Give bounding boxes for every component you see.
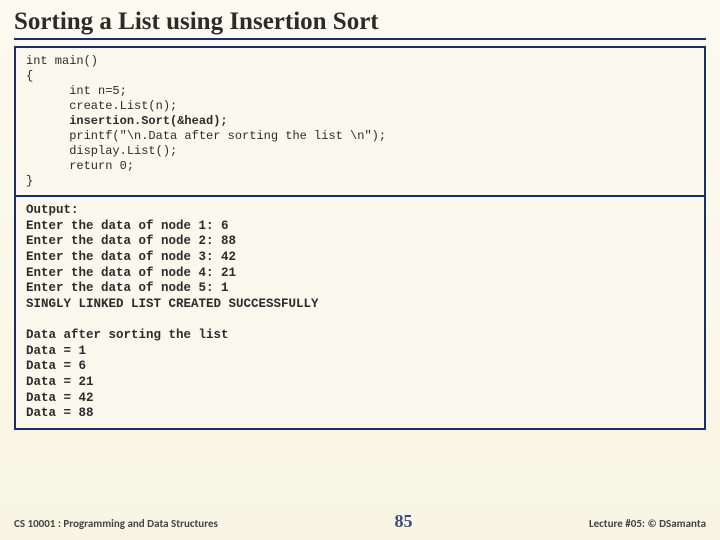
lecture-credit: Lecture #05: © DSamanta bbox=[589, 517, 706, 530]
output-line: Data = 1 bbox=[26, 344, 86, 358]
code-line: printf("\n.Data after sorting the list \… bbox=[26, 129, 386, 143]
output-line: SINGLY LINKED LIST CREATED SUCCESSFULLY bbox=[26, 297, 319, 311]
slide: Sorting a List using Insertion Sort int … bbox=[0, 0, 720, 540]
output-line: Data = 6 bbox=[26, 359, 86, 373]
code-block: int main() { int n=5; create.List(n); in… bbox=[14, 46, 706, 197]
output-line: Enter the data of node 1: 6 bbox=[26, 219, 229, 233]
output-block: Output: Enter the data of node 1: 6 Ente… bbox=[14, 197, 706, 430]
output-line: Enter the data of node 2: 88 bbox=[26, 234, 236, 248]
code-line: int n=5; bbox=[26, 84, 127, 98]
footer: CS 10001 : Programming and Data Structur… bbox=[14, 511, 706, 532]
code-line: { bbox=[26, 69, 33, 83]
page-number: 85 bbox=[394, 511, 412, 532]
slide-title: Sorting a List using Insertion Sort bbox=[14, 8, 706, 40]
output-line: Enter the data of node 4: 21 bbox=[26, 266, 236, 280]
code-line: display.List(); bbox=[26, 144, 177, 158]
output-line: Data = 21 bbox=[26, 375, 94, 389]
output-line: Data = 88 bbox=[26, 406, 94, 420]
code-line: } bbox=[26, 174, 33, 188]
code-line: int main() bbox=[26, 54, 98, 68]
output-line: Enter the data of node 3: 42 bbox=[26, 250, 236, 264]
output-line: Data after sorting the list bbox=[26, 328, 229, 342]
code-line: create.List(n); bbox=[26, 99, 177, 113]
output-line: Enter the data of node 5: 1 bbox=[26, 281, 229, 295]
course-code: CS 10001 : Programming and Data Structur… bbox=[14, 517, 218, 530]
code-line: return 0; bbox=[26, 159, 134, 173]
output-header: Output: bbox=[26, 203, 79, 217]
output-line: Data = 42 bbox=[26, 391, 94, 405]
code-line: insertion.Sort(&head); bbox=[26, 114, 228, 128]
